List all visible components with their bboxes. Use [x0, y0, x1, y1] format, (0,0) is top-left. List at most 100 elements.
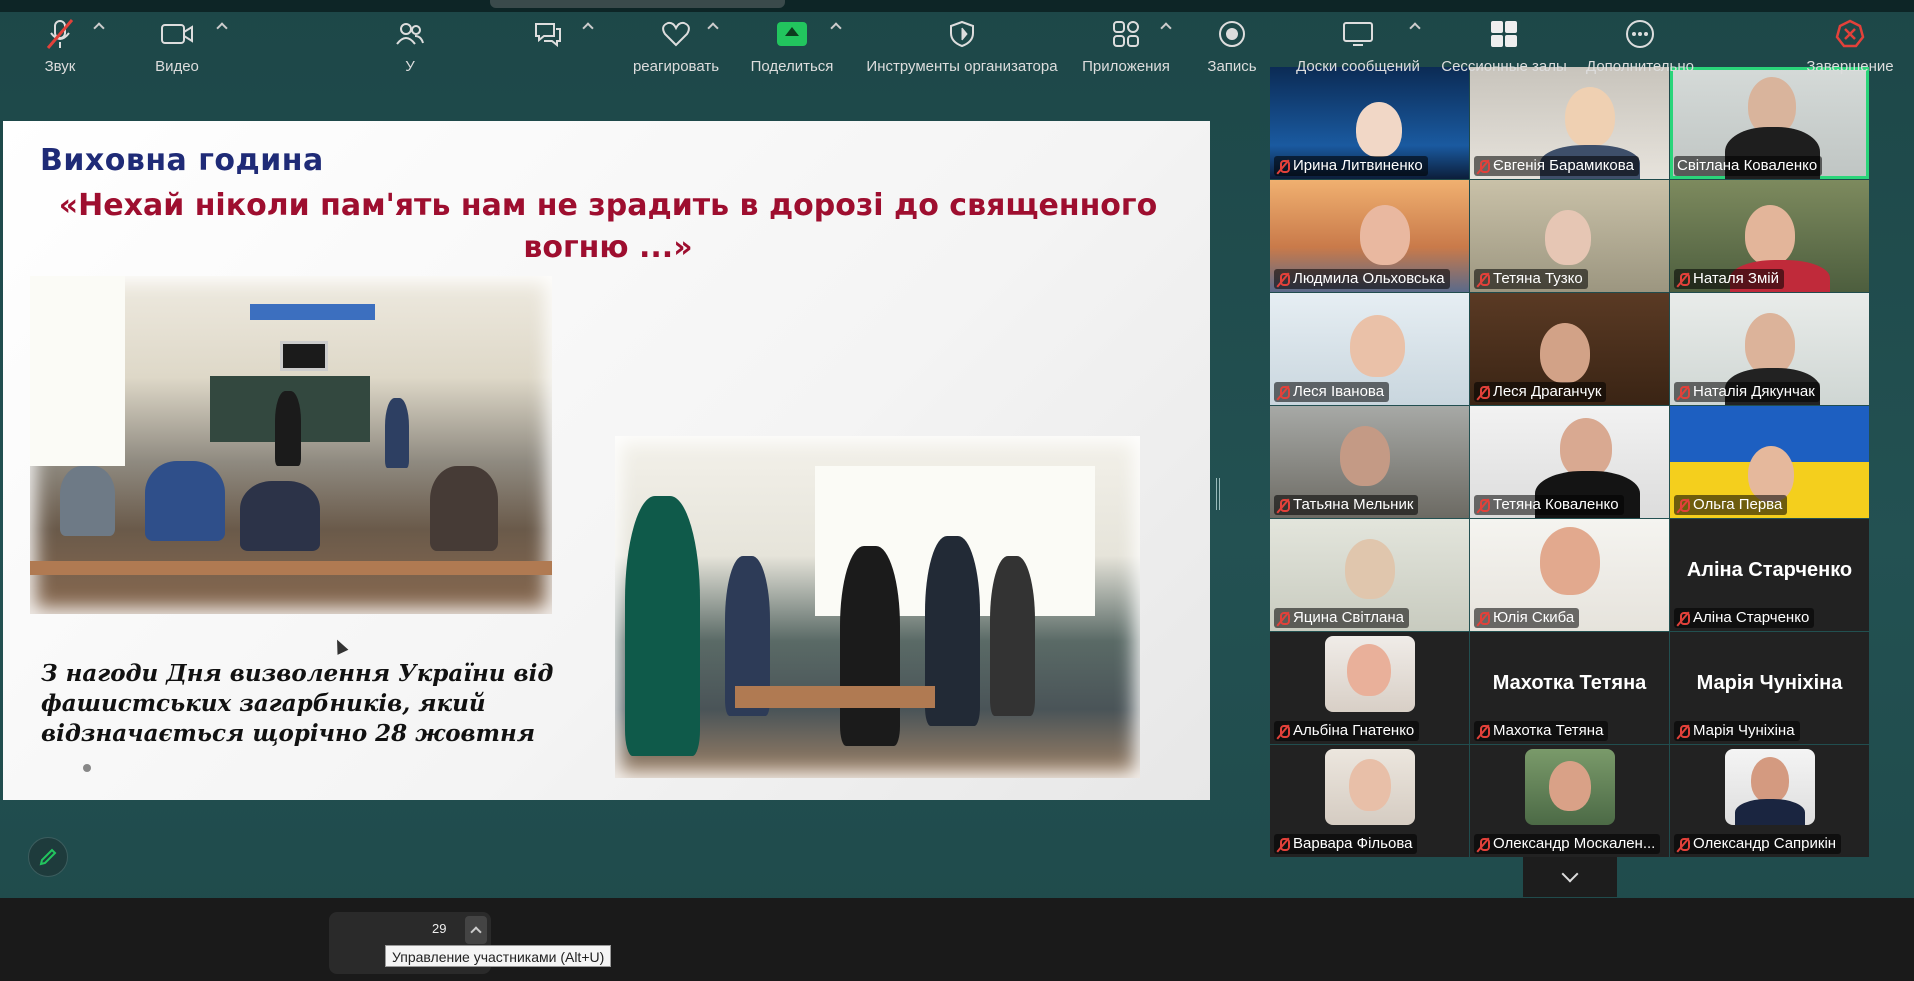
breakout-rooms-button[interactable]: Сессионные залы: [1440, 0, 1568, 83]
participant-tile[interactable]: Тетяна Тузко: [1470, 180, 1669, 292]
participant-name: Олександр Москален...: [1474, 834, 1661, 854]
end-meeting-label: Завершение: [1806, 58, 1894, 75]
slide-caption: З нагоди Дня визволення України від фаши…: [41, 659, 601, 749]
slide-quote: «Нехай ніколи пам'ять нам не зрадить в д…: [33, 185, 1183, 269]
participant-tile[interactable]: Яцина Світлана: [1270, 519, 1469, 631]
apps-label: Приложения: [1082, 58, 1170, 75]
audio-label: Звук: [44, 58, 76, 75]
participant-tile[interactable]: Аліна Старченко Аліна Старченко: [1670, 519, 1869, 631]
participant-tile[interactable]: Євгенія Барамикова: [1470, 67, 1669, 179]
photo-banner: [250, 304, 375, 320]
participant-face: [1545, 210, 1591, 265]
share-label: Поделиться: [750, 58, 834, 75]
participant-tile[interactable]: Махотка Тетяна Махотка Тетяна: [1470, 632, 1669, 744]
photo-student: [60, 466, 115, 536]
host-tools-button[interactable]: Инструменты организатора: [862, 0, 1062, 83]
participant-tile[interactable]: Леся Драганчук: [1470, 293, 1669, 405]
apps-button[interactable]: Приложения: [1078, 0, 1174, 83]
participant-name: Ирина Литвиненко: [1274, 156, 1428, 176]
gallery-scroll-down-button[interactable]: [1523, 857, 1617, 897]
participant-tile[interactable]: Тетяна Коваленко: [1470, 406, 1669, 518]
mic-muted-icon: [1277, 272, 1290, 287]
participant-gallery: Ирина Литвиненко Євгенія Барамикова Світ…: [1270, 67, 1871, 857]
participant-face: [1549, 761, 1591, 811]
mic-muted-icon: [1477, 498, 1490, 513]
record-button[interactable]: Запись: [1204, 0, 1260, 83]
pencil-icon: [39, 848, 57, 866]
mic-muted-icon: [1277, 611, 1290, 626]
chat-button[interactable]: [530, 0, 566, 83]
mic-muted-icon: [1277, 498, 1290, 513]
react-button[interactable]: реагировать: [622, 0, 730, 83]
more-icon: [1626, 20, 1654, 48]
video-options-caret[interactable]: [216, 22, 228, 34]
participant-tile[interactable]: Ольга Перва: [1670, 406, 1869, 518]
audio-button[interactable]: Звук: [40, 0, 80, 83]
photo-student: [385, 398, 409, 468]
annotate-button[interactable]: [28, 837, 68, 877]
participant-face: [1340, 426, 1390, 486]
mic-muted-icon: [1677, 837, 1690, 852]
participant-tile[interactable]: Варвара Фільова: [1270, 745, 1469, 857]
participant-name: Ольга Перва: [1674, 495, 1788, 515]
more-button[interactable]: Дополнительно: [1583, 0, 1697, 83]
shared-screen-slide: Виховна година «Нехай ніколи пам'ять нам…: [3, 121, 1210, 800]
panel-splitter[interactable]: [1216, 478, 1220, 510]
participant-name: Леся Іванова: [1274, 382, 1390, 402]
heart-icon: [662, 21, 690, 47]
participants-tooltip: Управление участниками (Alt+U): [385, 945, 612, 967]
end-meeting-button[interactable]: Завершение: [1800, 0, 1900, 83]
whiteboards-label: Доски сообщений: [1296, 58, 1420, 75]
participant-tile[interactable]: Альбіна Гнатенко: [1270, 632, 1469, 744]
participants-icon-wrap[interactable]: У: [395, 0, 425, 83]
video-camera-icon: [161, 24, 193, 44]
mic-muted-icon: [1477, 837, 1490, 852]
participant-tile-active-speaker[interactable]: Світлана Коваленко: [1670, 67, 1869, 179]
audio-options-caret[interactable]: [93, 22, 105, 34]
participant-name: Тетяна Коваленко: [1474, 495, 1624, 515]
participant-face: [1356, 102, 1402, 157]
participants-options-caret[interactable]: [465, 916, 487, 944]
whiteboards-button[interactable]: Доски сообщений: [1290, 0, 1426, 83]
participant-tile[interactable]: Татьяна Мельник: [1270, 406, 1469, 518]
chevron-down-icon: [1561, 865, 1579, 883]
mic-muted-icon: [1677, 611, 1690, 626]
participant-face: [1347, 644, 1391, 696]
photo-student: [840, 546, 900, 746]
participant-name: Юлія Скиба: [1474, 608, 1580, 628]
participant-tile[interactable]: Наталя Змій: [1670, 180, 1869, 292]
participant-face: [1349, 759, 1391, 811]
participant-face: [1565, 87, 1615, 147]
apps-icon: [1113, 21, 1139, 47]
participant-name: Аліна Старченко: [1674, 608, 1815, 628]
share-screen-button[interactable]: Поделиться: [750, 0, 834, 83]
chat-options-caret[interactable]: [582, 22, 594, 34]
record-icon: [1219, 21, 1245, 47]
whiteboard-icon: [1343, 22, 1373, 46]
photo-student: [275, 391, 301, 466]
participant-name: Євгенія Барамикова: [1474, 156, 1639, 176]
participant-face: [1745, 205, 1795, 265]
participant-tile[interactable]: Марія Чуніхіна Марія Чуніхіна: [1670, 632, 1869, 744]
slide-quote-line2: вогню ...»: [523, 230, 693, 265]
participant-tile[interactable]: Леся Іванова: [1270, 293, 1469, 405]
participant-face: [1560, 418, 1612, 478]
participant-tile[interactable]: Юлія Скиба: [1470, 519, 1669, 631]
participant-tile[interactable]: Наталія Дякунчак: [1670, 293, 1869, 405]
participant-name: Наталія Дякунчак: [1674, 382, 1820, 402]
participant-name: Татьяна Мельник: [1274, 495, 1419, 515]
video-button[interactable]: Видео: [150, 0, 204, 83]
participant-tile[interactable]: Олександр Москален...: [1470, 745, 1669, 857]
avatar: [1325, 749, 1415, 825]
participant-tile[interactable]: Олександр Саприкін: [1670, 745, 1869, 857]
video-label: Видео: [155, 58, 199, 75]
participant-tile[interactable]: Ирина Литвиненко: [1270, 67, 1469, 179]
shield-icon: [950, 20, 974, 48]
photo-student: [145, 461, 225, 541]
participant-face: [1350, 315, 1405, 377]
caret-up-icon: [470, 926, 482, 938]
participant-tile[interactable]: Людмила Ольховська: [1270, 180, 1469, 292]
participant-name: Світлана Коваленко: [1674, 156, 1823, 176]
participant-name-display: Марія Чуніхіна: [1696, 672, 1843, 694]
participant-face: [1748, 446, 1794, 502]
